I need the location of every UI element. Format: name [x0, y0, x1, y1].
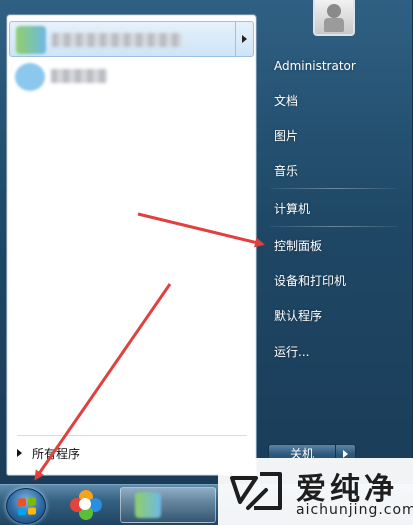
divider	[270, 188, 398, 189]
chevron-right-icon	[17, 449, 22, 457]
all-programs-label: 所有程序	[32, 446, 81, 461]
watermark: 爱纯净 aichunjing.com	[218, 458, 413, 525]
app-icon	[16, 26, 46, 54]
all-programs-button[interactable]: 所有程序	[17, 443, 80, 463]
pinned-program-2[interactable]	[9, 59, 254, 95]
devices-printers-link[interactable]: 设备和打印机	[266, 268, 400, 294]
divider	[17, 435, 247, 436]
documents-link[interactable]: 文档	[266, 88, 400, 114]
run-link[interactable]: 运行...	[266, 339, 400, 365]
user-picture[interactable]	[313, 0, 355, 36]
windows-orb-icon	[18, 497, 36, 516]
control-panel-link[interactable]: 控制面板	[266, 233, 400, 259]
divider	[270, 226, 398, 227]
chevron-right-icon	[242, 35, 247, 43]
programs-pane: 所有程序	[6, 14, 257, 476]
taskbar-pinned-app[interactable]	[68, 488, 104, 522]
program-label-blurred	[52, 33, 182, 47]
taskbar-open-window[interactable]	[120, 487, 216, 523]
computer-link[interactable]: 计算机	[266, 196, 400, 222]
robot-avatar-icon	[327, 4, 341, 18]
app-icon	[15, 63, 45, 91]
pictures-link[interactable]: 图片	[266, 123, 400, 149]
default-programs-link[interactable]: 默认程序	[266, 303, 400, 329]
watermark-url: aichunjing.com	[296, 502, 413, 518]
robot-avatar-body	[324, 18, 344, 32]
music-link[interactable]: 音乐	[266, 158, 400, 184]
jumplist-button[interactable]	[235, 22, 253, 56]
app-icon	[135, 492, 161, 518]
pinwheel-icon	[68, 488, 104, 522]
chevron-right-icon	[343, 450, 348, 458]
brand-logo-icon	[230, 472, 282, 510]
pinned-program-1[interactable]	[9, 21, 254, 57]
start-button[interactable]	[6, 488, 46, 524]
user-folder-link[interactable]: Administrator	[266, 53, 400, 79]
program-label-blurred	[51, 69, 107, 83]
